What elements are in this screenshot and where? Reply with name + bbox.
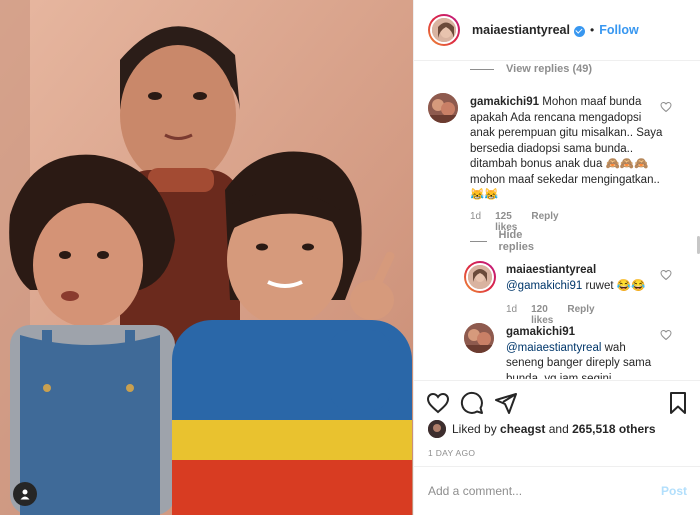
post-photo[interactable] — [0, 0, 413, 515]
user-icon — [20, 489, 30, 500]
commenter-avatar[interactable] — [428, 93, 458, 123]
tagged-users-button[interactable] — [13, 482, 37, 506]
reply-mention[interactable]: @gamakichi91 — [506, 280, 582, 292]
heart-icon[interactable] — [426, 391, 450, 415]
view-replies-label: View replies (49) — [506, 63, 593, 75]
author-username[interactable]: maiaestiantyreal — [472, 23, 570, 37]
reply-time: 1d — [506, 304, 518, 315]
author-avatar-image — [432, 18, 456, 42]
post-date[interactable]: 1 DAY AGO — [428, 448, 475, 458]
reply-author-avatar[interactable] — [464, 261, 496, 293]
comment-input[interactable]: Add a comment... — [428, 484, 522, 498]
comment-username[interactable]: gamakichi91 — [470, 96, 539, 108]
reply-text-block: maiaestiantyreal @gamakichi91 ruwet 😂😂 — [506, 263, 661, 294]
reply-mention[interactable]: @maiaestiantyreal — [506, 342, 601, 354]
reply-like-heart-icon[interactable] — [660, 329, 672, 341]
view-replies-button[interactable]: View replies (49) — [470, 63, 592, 75]
liker-avatar-image — [428, 420, 446, 438]
comment-text: Mohon maaf bunda apakah Ada rencana meng… — [470, 96, 663, 201]
replies-divider-line — [470, 240, 487, 242]
reply-text-block: gamakichi91 @maiaestiantyreal wah seneng… — [506, 325, 656, 379]
likes-summary: Liked by cheagst and 265,518 others — [428, 420, 656, 438]
post-comment-button[interactable]: Post — [661, 484, 687, 498]
verified-badge-icon — [573, 25, 585, 37]
action-bar — [414, 380, 700, 424]
reply-like-heart-icon[interactable] — [660, 269, 672, 281]
hide-replies-label: Hide replies — [498, 229, 534, 253]
reply-author-avatar[interactable] — [464, 323, 494, 353]
comments-list[interactable]: View replies (49) gamakichi91 Mohon maaf… — [414, 61, 700, 379]
comment-icon[interactable] — [460, 391, 484, 415]
reply-text: ruwet 😂😂 — [585, 279, 646, 292]
likes-prefix: Liked by — [452, 422, 497, 436]
reply-author-avatar-image — [464, 323, 494, 353]
hide-replies-button[interactable]: Hide replies — [470, 229, 541, 253]
likes-count[interactable]: 265,518 others — [572, 422, 655, 436]
likes-middle: and — [548, 422, 569, 436]
separator-dot: • — [589, 23, 595, 37]
reply-meta: 1d 120 likes Reply — [506, 304, 595, 326]
reply-username[interactable]: gamakichi91 — [506, 325, 656, 341]
commenter-avatar-image — [428, 93, 458, 123]
follow-button[interactable]: Follow — [599, 23, 639, 37]
post-header: maiaestiantyreal • Follow — [414, 0, 700, 61]
reply-author-avatar-image — [468, 265, 492, 289]
add-comment-bar: Add a comment... Post — [414, 466, 700, 515]
reply-likes-count[interactable]: 120 likes — [531, 304, 553, 326]
author-avatar[interactable] — [428, 14, 460, 46]
reply-username[interactable]: maiaestiantyreal — [506, 263, 661, 279]
replies-divider-line — [470, 68, 494, 70]
bookmark-icon[interactable] — [666, 391, 690, 415]
comment-like-heart-icon[interactable] — [660, 101, 672, 113]
liker-avatar[interactable] — [428, 420, 446, 438]
photo-image — [0, 0, 413, 515]
reply-reply-button[interactable]: Reply — [567, 304, 594, 326]
liker-username[interactable]: cheagst — [500, 422, 545, 436]
post-side-panel: maiaestiantyreal • Follow View replies (… — [413, 0, 700, 515]
share-icon[interactable] — [494, 391, 518, 415]
comment-text-block: gamakichi91 Mohon maaf bunda apakah Ada … — [470, 95, 668, 204]
